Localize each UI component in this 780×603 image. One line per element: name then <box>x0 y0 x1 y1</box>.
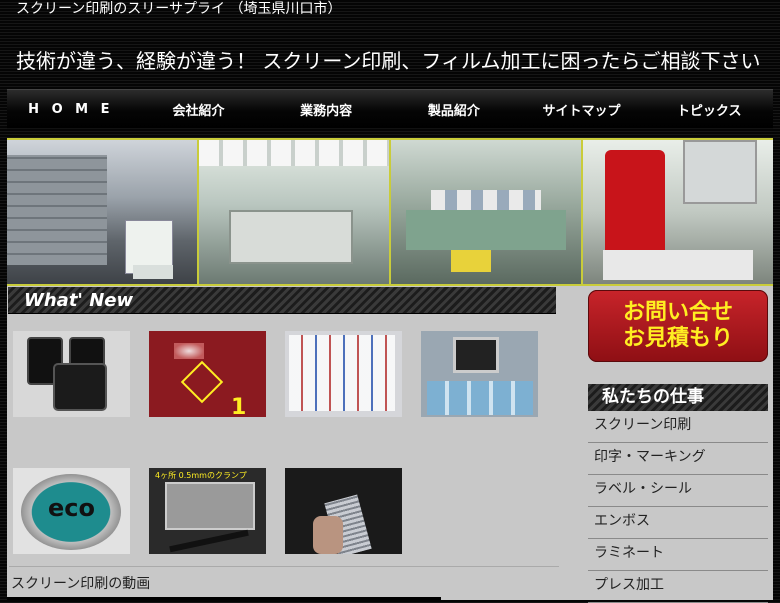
nav-products[interactable]: 製品紹介 <box>390 100 518 119</box>
thumb-touch-panels[interactable] <box>13 331 130 417</box>
video-section-title: スクリーン印刷の動画 <box>11 576 151 592</box>
thumb-schedule-board[interactable] <box>285 331 402 417</box>
whats-new-heading: What' New <box>8 287 556 314</box>
our-work-menu: スクリーン印刷 印字・マーキング ラベル・シール エンボス ラミネート プレス加… <box>588 411 768 603</box>
contact-line-1: お問い合せ <box>622 300 733 325</box>
eco-text: eco <box>48 494 95 522</box>
thumb-film[interactable] <box>285 468 402 554</box>
nav-home[interactable]: H O M E <box>7 102 135 117</box>
thumb-caption: 4ヶ所 0.5mmのクランプ <box>155 471 247 480</box>
contact-estimate-button[interactable]: お問い合せ お見積もり <box>588 290 768 362</box>
thumb-marking[interactable]: 1 <box>149 331 266 417</box>
thumb-eco-label[interactable]: eco <box>13 468 130 554</box>
menu-press[interactable]: プレス加工 <box>588 571 768 603</box>
nav-sitemap[interactable]: サイトマップ <box>518 100 646 119</box>
main-content: What' New 1 eco 4ヶ所 0.5mmのクランプ スクリーン印刷の動… <box>7 286 573 600</box>
nav-company[interactable]: 会社紹介 <box>135 100 263 119</box>
banner-photo-factory <box>199 140 389 284</box>
banner-photo-workers <box>391 140 581 284</box>
nav-topics[interactable]: トピックス <box>645 100 773 119</box>
section-divider <box>9 566 559 567</box>
menu-laminate[interactable]: ラミネート <box>588 539 768 571</box>
thumb-clamp-part[interactable]: 4ヶ所 0.5mmのクランプ <box>149 468 266 554</box>
thumb-inspection-machine[interactable] <box>421 331 538 417</box>
our-work-heading: 私たちの仕事 <box>588 384 768 411</box>
menu-screen-printing[interactable]: スクリーン印刷 <box>588 411 768 443</box>
menu-emboss[interactable]: エンボス <box>588 507 768 539</box>
contact-line-2: お見積もり <box>622 326 733 351</box>
banner-photo-building <box>7 140 197 284</box>
menu-label-seal[interactable]: ラベル・シール <box>588 475 768 507</box>
nav-business[interactable]: 業務内容 <box>262 100 390 119</box>
banner-photo-machine <box>583 140 773 284</box>
main-nav: H O M E 会社紹介 業務内容 製品紹介 サイトマップ トピックス <box>7 89 773 129</box>
menu-marking[interactable]: 印字・マーキング <box>588 443 768 475</box>
thumb-marking-number: 1 <box>231 395 247 417</box>
site-tagline: スクリーン印刷のスリーサプライ （埼玉県川口市） <box>16 1 342 17</box>
header-banner <box>7 138 773 286</box>
